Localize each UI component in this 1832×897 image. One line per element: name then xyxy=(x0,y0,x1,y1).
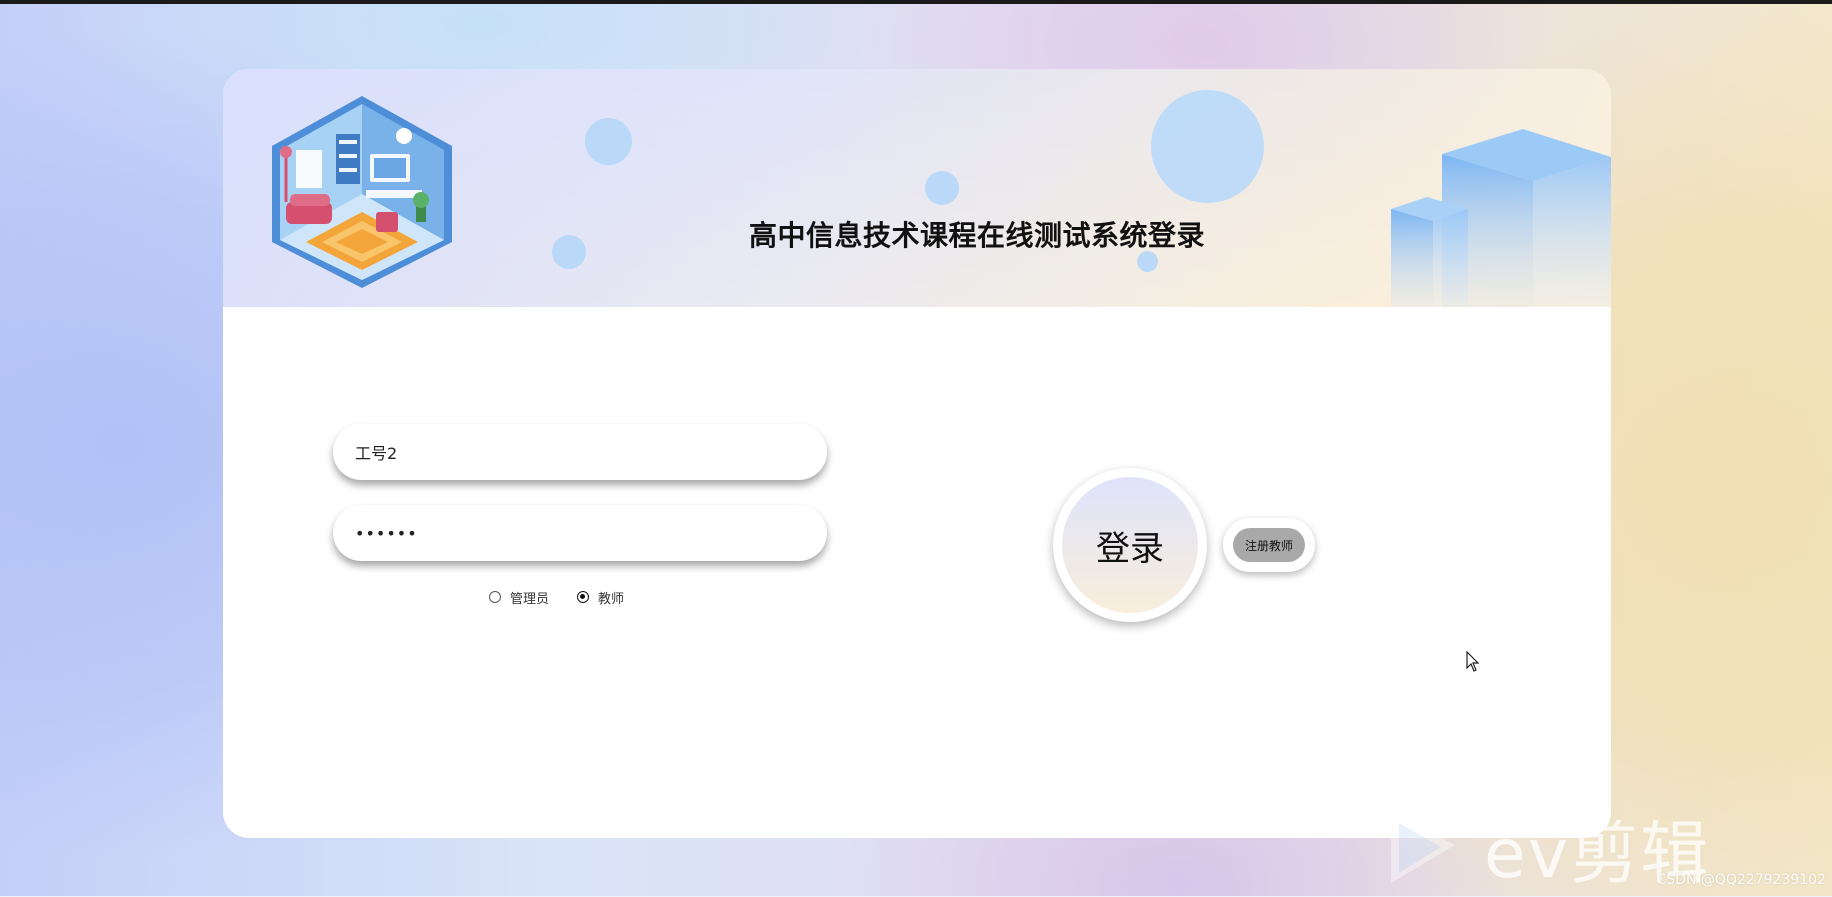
bubble-decoration xyxy=(585,118,632,165)
register-button-ring: 注册教师 xyxy=(1223,518,1315,572)
mouse-cursor-icon xyxy=(1466,651,1480,672)
login-card: 高中信息技术课程在线测试系统登录 工号2 •••••• 管理员 教师 登录 注册… xyxy=(223,69,1611,838)
role-radio-group: 管理员 教师 xyxy=(489,587,652,607)
role-option-teacher[interactable]: 教师 xyxy=(577,588,624,607)
cubes-decoration-icon xyxy=(1391,129,1611,307)
register-teacher-button[interactable]: 注册教师 xyxy=(1233,528,1305,562)
bubble-decoration xyxy=(1151,90,1264,203)
header-banner: 高中信息技术课程在线测试系统登录 xyxy=(223,69,1611,307)
credit-text: CSDN @QQ2279239102 xyxy=(1656,872,1826,888)
isometric-room-icon xyxy=(272,96,452,288)
username-field[interactable] xyxy=(333,424,827,480)
password-field[interactable] xyxy=(333,505,827,561)
login-button[interactable]: 登录 xyxy=(1062,477,1198,613)
password-input[interactable] xyxy=(353,522,827,544)
role-label: 管理员 xyxy=(510,591,550,607)
username-input[interactable] xyxy=(353,441,827,463)
bubble-decoration xyxy=(925,171,959,205)
radio-button[interactable] xyxy=(489,591,501,603)
radio-button-selected[interactable] xyxy=(577,591,590,603)
login-button-ring: 登录 xyxy=(1053,468,1207,622)
bubble-decoration xyxy=(1137,251,1158,272)
role-label: 教师 xyxy=(598,591,625,607)
role-option-admin[interactable]: 管理员 xyxy=(489,588,549,607)
